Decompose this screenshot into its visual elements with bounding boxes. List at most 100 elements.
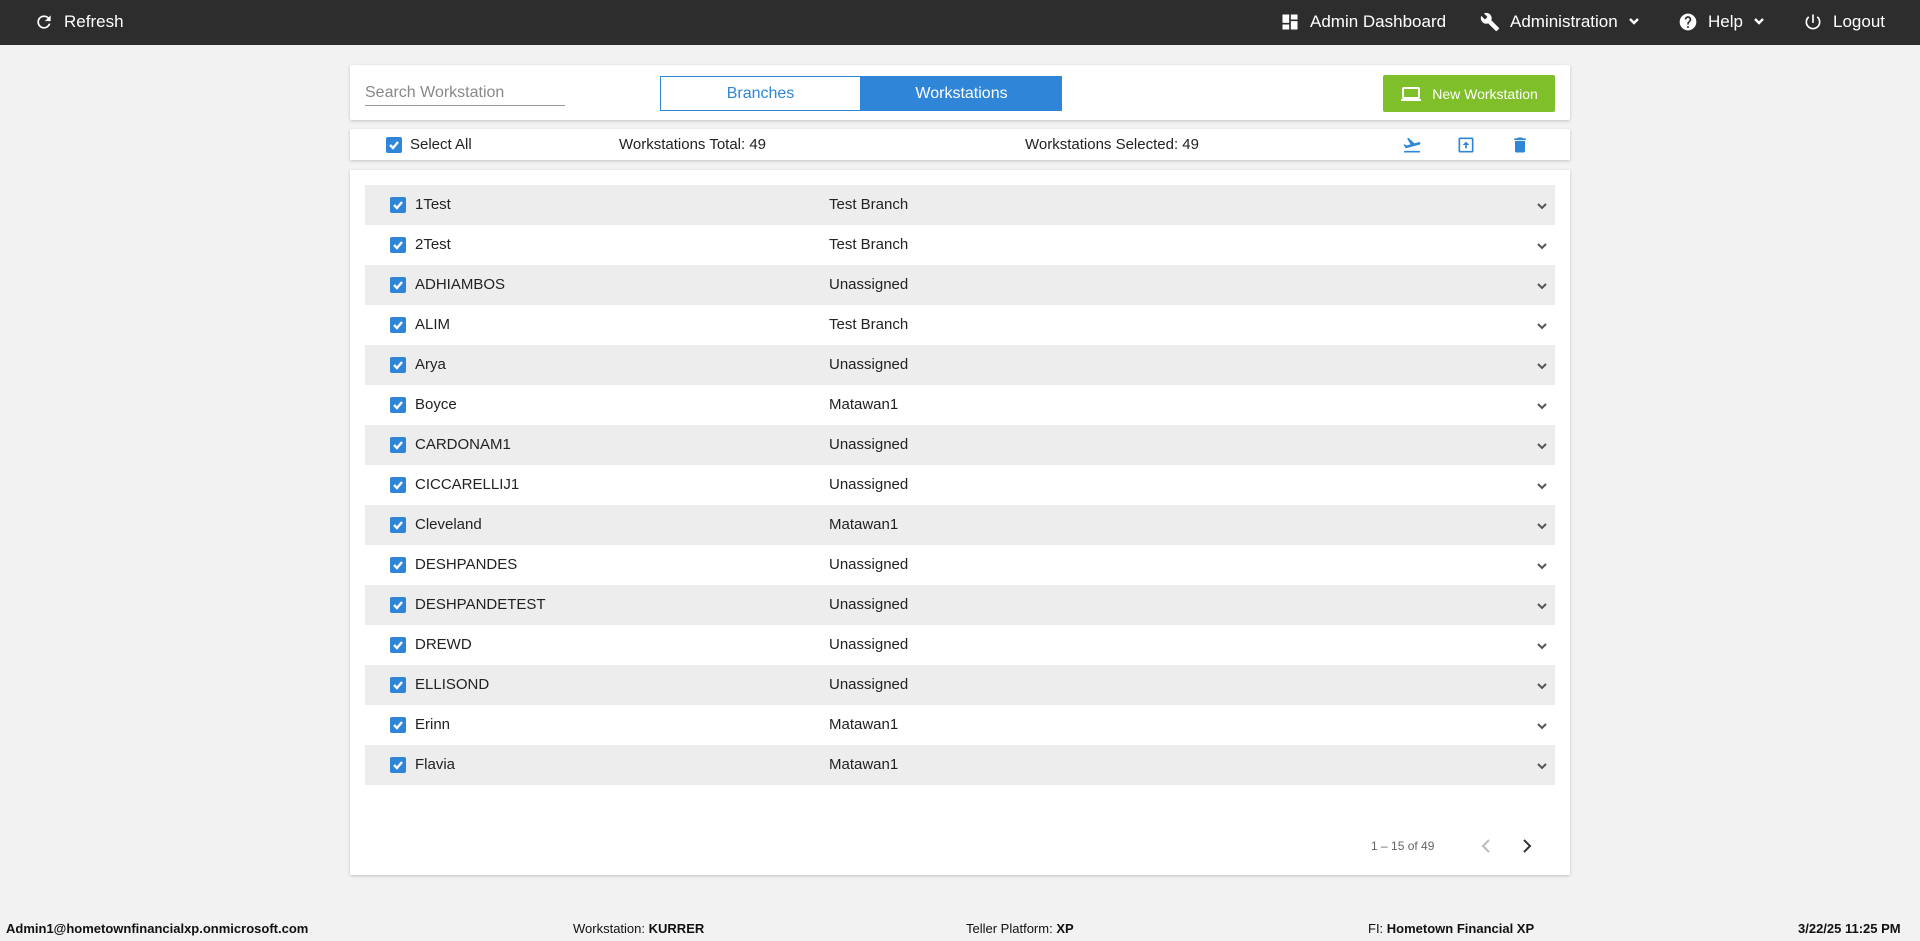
workstations-selected: Workstations Selected: 49 (1025, 136, 1199, 153)
help-label: Help (1708, 12, 1743, 31)
workstation-branch: Test Branch (829, 196, 909, 213)
help-icon (1678, 12, 1698, 32)
workstation-branch: Unassigned (829, 636, 909, 653)
footer-user: Admin1@hometownfinancialxp.onmicrosoft.c… (6, 921, 309, 936)
chevron-down-icon[interactable] (1535, 679, 1549, 693)
row-checkbox[interactable] (390, 597, 406, 613)
workstation-row[interactable]: Flavia Matawan1 (365, 745, 1555, 785)
workstation-row[interactable]: Boyce Matawan1 (365, 385, 1555, 425)
chevron-down-icon[interactable] (1535, 759, 1549, 773)
new-workstation-label: New Workstation (1432, 85, 1538, 102)
chevron-down-icon[interactable] (1535, 439, 1549, 453)
administration-menu[interactable]: Administration (1480, 12, 1640, 32)
chevron-down-icon[interactable] (1535, 519, 1549, 533)
workstation-row[interactable]: 1Test Test Branch (365, 185, 1555, 225)
workstation-branch: Unassigned (829, 356, 909, 373)
workstation-branch: Matawan1 (829, 716, 899, 733)
tab-workstations[interactable]: Workstations (861, 76, 1062, 111)
previous-page-button[interactable] (1478, 837, 1496, 855)
workstation-branch: Unassigned (829, 676, 909, 693)
summary-bar: Select All Workstations Total: 49 Workst… (350, 129, 1570, 160)
chevron-down-icon[interactable] (1535, 719, 1549, 733)
row-checkbox[interactable] (390, 557, 406, 573)
row-checkbox[interactable] (390, 517, 406, 533)
tab-branches[interactable]: Branches (660, 76, 861, 111)
chevron-down-icon[interactable] (1535, 239, 1549, 253)
workstation-row[interactable]: 2Test Test Branch (365, 225, 1555, 265)
help-menu[interactable]: Help (1678, 12, 1765, 32)
workstation-name: 2Test (415, 236, 451, 253)
workstation-row[interactable]: ADHIAMBOS Unassigned (365, 265, 1555, 305)
chevron-down-icon[interactable] (1535, 399, 1549, 413)
chevron-down-icon (1628, 12, 1640, 32)
row-checkbox[interactable] (390, 357, 406, 373)
flight-takeoff-icon[interactable] (1401, 135, 1423, 155)
refresh-button[interactable]: Refresh (34, 12, 124, 32)
workstation-branch: Unassigned (829, 476, 909, 493)
chevron-down-icon[interactable] (1535, 199, 1549, 213)
workstation-branch: Unassigned (829, 596, 909, 613)
select-all[interactable]: Select All (386, 136, 472, 153)
chevron-right-icon (1523, 839, 1532, 853)
refresh-label: Refresh (64, 12, 124, 31)
chevron-down-icon[interactable] (1535, 639, 1549, 653)
footer-platform: Teller Platform: XP (966, 921, 1074, 936)
row-checkbox[interactable] (390, 317, 406, 333)
refresh-icon (34, 12, 54, 32)
chevron-down-icon[interactable] (1535, 599, 1549, 613)
workstation-branch: Unassigned (829, 556, 909, 573)
status-footer: Admin1@hometownfinancialxp.onmicrosoft.c… (0, 915, 1920, 941)
delete-icon[interactable] (1509, 135, 1531, 155)
workstation-row[interactable]: ELLISOND Unassigned (365, 665, 1555, 705)
row-checkbox[interactable] (390, 717, 406, 733)
workstation-branch: Matawan1 (829, 756, 899, 773)
row-checkbox[interactable] (390, 397, 406, 413)
chevron-down-icon[interactable] (1535, 279, 1549, 293)
admin-dashboard-link[interactable]: Admin Dashboard (1280, 12, 1446, 32)
row-checkbox[interactable] (390, 197, 406, 213)
footer-datetime: 3/22/25 11:25 PM (1798, 921, 1901, 936)
chevron-down-icon[interactable] (1535, 559, 1549, 573)
workstation-name: DREWD (415, 636, 472, 653)
workstation-row[interactable]: Cleveland Matawan1 (365, 505, 1555, 545)
next-page-button[interactable] (1517, 837, 1535, 855)
new-workstation-button[interactable]: New Workstation (1383, 75, 1555, 112)
logout-button[interactable]: Logout (1803, 12, 1885, 32)
row-checkbox[interactable] (390, 277, 406, 293)
row-checkbox[interactable] (390, 437, 406, 453)
row-checkbox[interactable] (390, 237, 406, 253)
workstation-name: 1Test (415, 196, 451, 213)
search-workstation-input[interactable] (365, 80, 565, 106)
upload-icon[interactable] (1455, 135, 1477, 155)
workstation-branch: Test Branch (829, 236, 909, 253)
workstation-branch: Test Branch (829, 316, 909, 333)
select-all-checkbox[interactable] (386, 136, 402, 153)
admin-dashboard-label: Admin Dashboard (1310, 12, 1447, 31)
chevron-down-icon[interactable] (1535, 359, 1549, 373)
laptop-icon (1401, 86, 1422, 101)
workstation-name: CICCARELLIJ1 (415, 476, 520, 493)
workstation-row[interactable]: ALIM Test Branch (365, 305, 1555, 345)
workstation-list-panel: 1Test Test Branch 2Test Test Branch ADHIAMBO… (350, 170, 1570, 875)
row-checkbox[interactable] (390, 677, 406, 693)
dashboard-icon (1280, 12, 1300, 32)
workstation-row[interactable]: Arya Unassigned (365, 345, 1555, 385)
workstation-row[interactable]: CICCARELLIJ1 Unassigned (365, 465, 1555, 505)
row-checkbox[interactable] (390, 757, 406, 773)
chevron-down-icon[interactable] (1535, 479, 1549, 493)
chevron-down-icon[interactable] (1535, 319, 1549, 333)
workstation-row[interactable]: CARDONAM1 Unassigned (365, 425, 1555, 465)
power-icon (1803, 12, 1823, 32)
view-toggle: Branches Workstations (660, 76, 1062, 111)
workstation-name: Arya (415, 356, 446, 373)
workstation-row[interactable]: DESHPANDETEST Unassigned (365, 585, 1555, 625)
row-checkbox[interactable] (390, 637, 406, 653)
workstations-total: Workstations Total: 49 (619, 136, 767, 153)
workstation-row[interactable]: Erinn Matawan1 (365, 705, 1555, 745)
footer-fi: FI: Hometown Financial XP (1368, 921, 1535, 936)
workstation-branch: Matawan1 (829, 516, 899, 533)
row-checkbox[interactable] (390, 477, 406, 493)
workstation-row[interactable]: DREWD Unassigned (365, 625, 1555, 665)
workstation-row[interactable]: DESHPANDES Unassigned (365, 545, 1555, 585)
workstation-name: CARDONAM1 (415, 436, 511, 453)
